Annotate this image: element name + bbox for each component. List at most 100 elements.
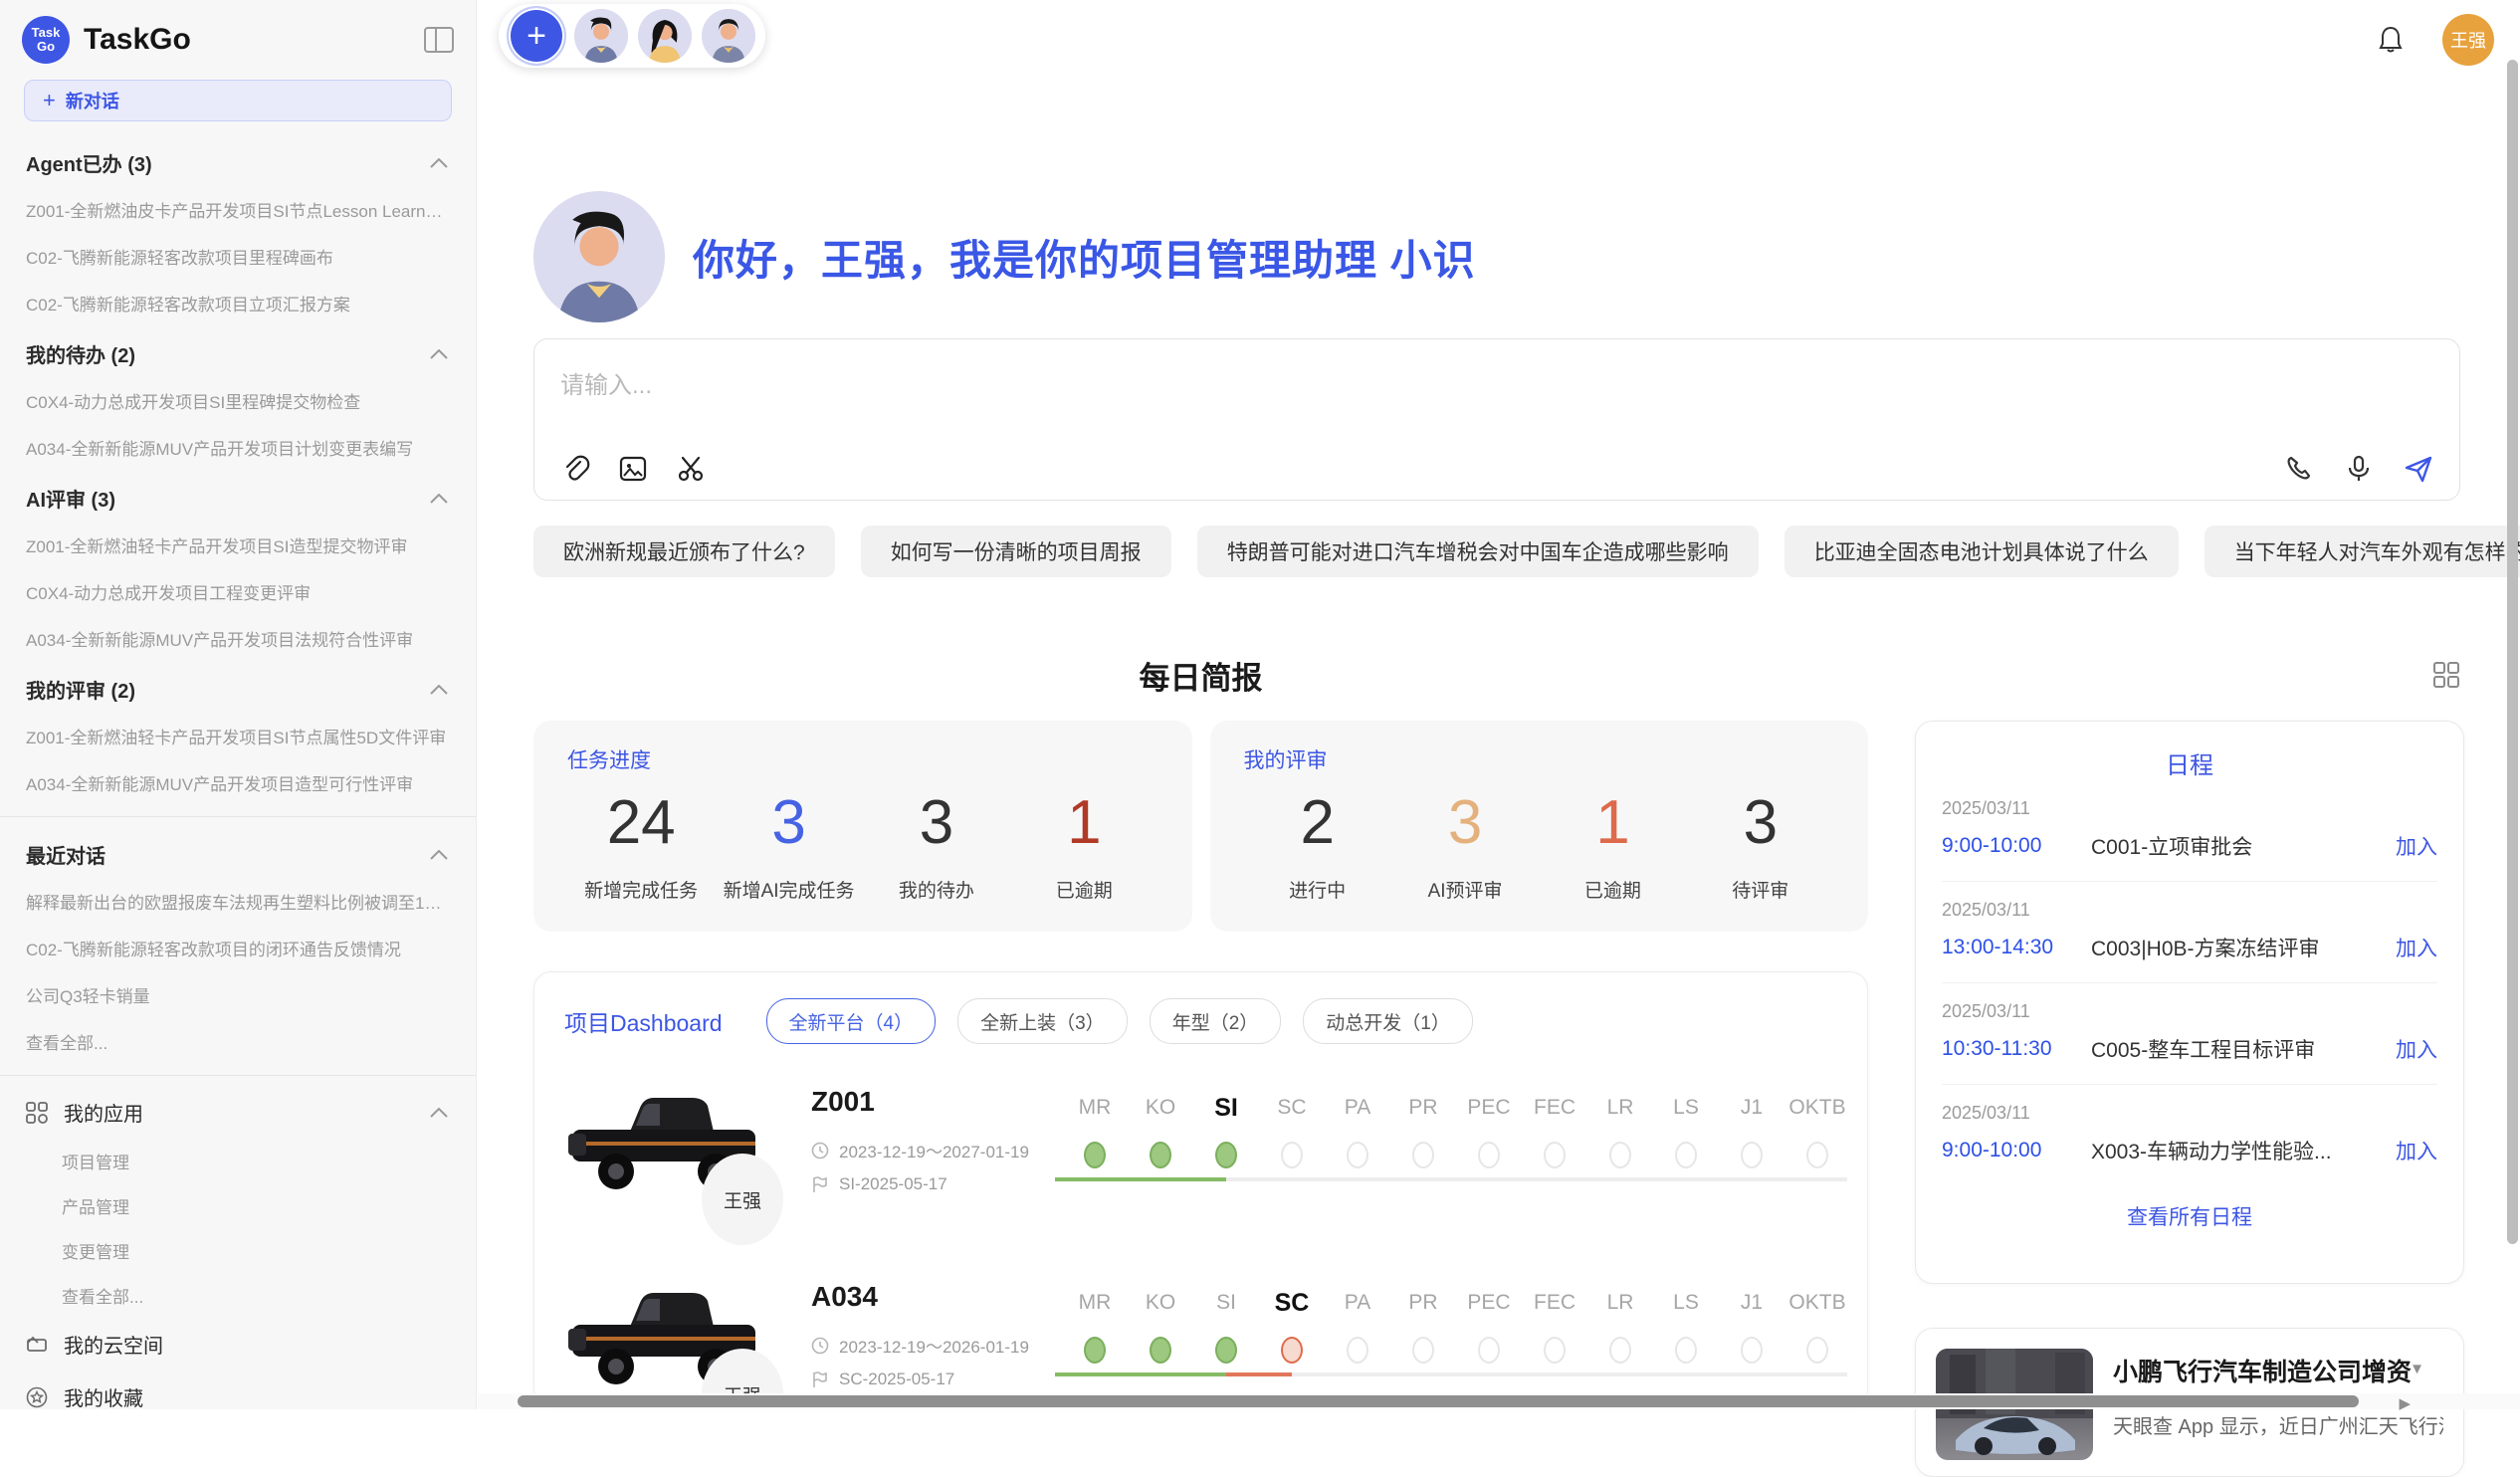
project-row[interactable]: 王强 Z001 2023-12-19～2027-01-19 SI-2025-05… [564,1084,1837,1239]
dashboard-filter[interactable]: 全新上装（3） [957,998,1128,1044]
sidebar-item[interactable]: A034-全新新能源MUV产品开发项目计划变更表编写 [0,424,476,471]
timeline-segment [1817,1177,1847,1181]
sidebar-section-header[interactable]: Agent已办 (3) [0,135,476,186]
layout-grid-icon[interactable] [2432,661,2460,689]
dashboard-filter[interactable]: 年型（2） [1150,998,1282,1044]
milestone: SI [1193,1285,1259,1364]
timeline-segment [1095,1372,1160,1376]
horizontal-scrollbar[interactable]: ▶ [478,1393,2520,1409]
send-icon[interactable] [2404,454,2433,484]
image-icon[interactable] [618,454,648,484]
recent-conversation[interactable]: 公司Q3轻卡销量 [0,971,476,1018]
milestone-label: SC [1259,1090,1325,1126]
sidebar-item[interactable]: C02-飞腾新能源轻客改款项目里程碑画布 [0,233,476,280]
add-session-button[interactable]: + [509,8,564,64]
app-sub-item[interactable]: 项目管理 [0,1139,476,1183]
sidebar-section-header[interactable]: AI评审 (3) [0,471,476,522]
user-avatar[interactable]: 王强 [2442,14,2494,66]
project-row[interactable]: 王强 A034 2023-12-19～2026-01-19 SC-2025-05… [564,1279,1837,1407]
project-name: A034 [811,1281,1062,1313]
stat: 3我的待办 [863,784,1010,903]
suggestion-chip[interactable]: 当下年轻人对汽车外观有怎样的喜好趋势 [2205,526,2520,577]
sidebar-item-my-apps[interactable]: 我的应用 [0,1086,476,1139]
avatar-session-2[interactable] [638,9,692,63]
sidebar-item-favorites[interactable]: 我的收藏 [0,1371,476,1409]
horizontal-scrollbar-thumb[interactable] [518,1395,2359,1407]
sidebar-item[interactable]: Z001-全新燃油轻卡产品开发项目SI节点属性5D文件评审 [0,713,476,759]
app-sub-item[interactable]: 产品管理 [0,1183,476,1228]
phone-icon[interactable] [2284,454,2314,484]
timeline-segment [1292,1177,1358,1181]
timeline-segment [1555,1177,1620,1181]
scroll-down-arrow-icon[interactable]: ▼ [2410,1361,2424,1377]
milestone-node [1281,1142,1303,1168]
recent-view-all[interactable]: 查看全部... [0,1018,476,1065]
recent-conversation[interactable]: 解释最新出台的欧盟报废车法规再生塑料比例被调至15%... [0,878,476,925]
milestone-timeline: MRKOSISCPAPRPECFECLRLSJ1OKTB [1062,1285,1837,1407]
timeline-segment [1095,1177,1160,1181]
scissors-icon[interactable] [676,454,706,484]
vertical-scrollbar[interactable] [2507,60,2518,1244]
sidebar-item[interactable]: A034-全新新能源MUV产品开发项目法规符合性评审 [0,615,476,662]
sidebar-item-cloud[interactable]: 我的云空间 [0,1318,476,1371]
schedule-time: 9:00-10:00 [1942,834,2091,858]
milestone-label: LS [1653,1090,1719,1126]
milestone-label: J1 [1719,1285,1785,1321]
join-button[interactable]: 加入 [2396,933,2437,962]
timeline-segment [1160,1177,1226,1181]
suggestion-chip[interactable]: 如何写一份清晰的项目周报 [861,526,1171,577]
suggestion-chip[interactable]: 欧洲新规最近颁布了什么? [533,526,835,577]
timeline-segment [1686,1177,1752,1181]
scroll-right-arrow-icon[interactable]: ▶ [2399,1394,2411,1412]
notifications-bell-icon[interactable] [2377,25,2405,55]
microphone-icon[interactable] [2344,454,2374,484]
sidebar-item[interactable]: A034-全新新能源MUV产品开发项目造型可行性评审 [0,759,476,806]
sidebar-item[interactable]: Z001-全新燃油轻卡产品开发项目SI造型提交物评审 [0,522,476,568]
divider [0,816,476,817]
sidebar-section-header[interactable]: 我的待办 (2) [0,326,476,377]
milestone-label: KO [1128,1090,1193,1126]
dashboard-filter[interactable]: 全新平台（4） [766,998,937,1044]
avatar-session-3[interactable] [702,9,755,63]
dashboard-filter[interactable]: 动总开发（1） [1303,998,1473,1044]
logo-text-bottom: Go [37,40,55,54]
join-button[interactable]: 加入 [2396,1034,2437,1064]
attachment-icon[interactable] [560,454,590,484]
milestone: MR [1062,1090,1128,1168]
assistant-avatar [533,191,665,322]
view-all-schedule[interactable]: 查看所有日程 [1942,1201,2437,1231]
join-button[interactable]: 加入 [2396,831,2437,861]
suggestion-chip[interactable]: 比亚迪全固态电池计划具体说了什么 [1785,526,2179,577]
sidebar-collapse-icon[interactable] [424,27,454,53]
app-sub-item[interactable]: 变更管理 [0,1228,476,1273]
milestone-label: LR [1587,1285,1653,1321]
new-chat-label: 新对话 [66,88,119,113]
section-recent[interactable]: 最近对话 [0,827,476,878]
chevron-up-icon [430,158,448,168]
section-title: 我的评审 (2) [26,675,135,704]
chevron-up-icon [430,494,448,504]
timeline-segment [1555,1372,1620,1376]
recent-conversation[interactable]: C02-飞腾新能源轻客改款项目的闭环通告反馈情况 [0,925,476,971]
milestone: MR [1062,1285,1128,1364]
sidebar-section-header[interactable]: 我的评审 (2) [0,662,476,713]
milestone-label: KO [1128,1285,1193,1321]
sidebar-item[interactable]: Z001-全新燃油皮卡产品开发项目SI节点Lesson Learn报告 [0,186,476,233]
sidebar-item[interactable]: C02-飞腾新能源轻客改款项目立项汇报方案 [0,280,476,326]
avatar-session-1[interactable] [574,9,628,63]
stat-value: 3 [771,784,805,862]
logo-text-top: Task [32,26,61,40]
suggestion-chip[interactable]: 特朗普可能对进口汽车增税会对中国车企造成哪些影响 [1197,526,1759,577]
milestone-node [1150,1142,1171,1168]
cloud-space-icon [26,1334,48,1356]
milestone-node [1478,1142,1500,1168]
chat-input[interactable]: 请输入... [533,338,2460,501]
sidebar-item[interactable]: C0X4-动力总成开发项目SI里程碑提交物检查 [0,377,476,424]
sidebar-item[interactable]: C0X4-动力总成开发项目工程变更评审 [0,568,476,615]
chevron-up-icon [430,685,448,695]
milestone-node [1347,1142,1368,1168]
app-sub-item[interactable]: 查看全部... [0,1273,476,1318]
milestone: KO [1128,1090,1193,1168]
join-button[interactable]: 加入 [2396,1136,2437,1165]
new-chat-button[interactable]: + 新对话 [24,80,452,121]
